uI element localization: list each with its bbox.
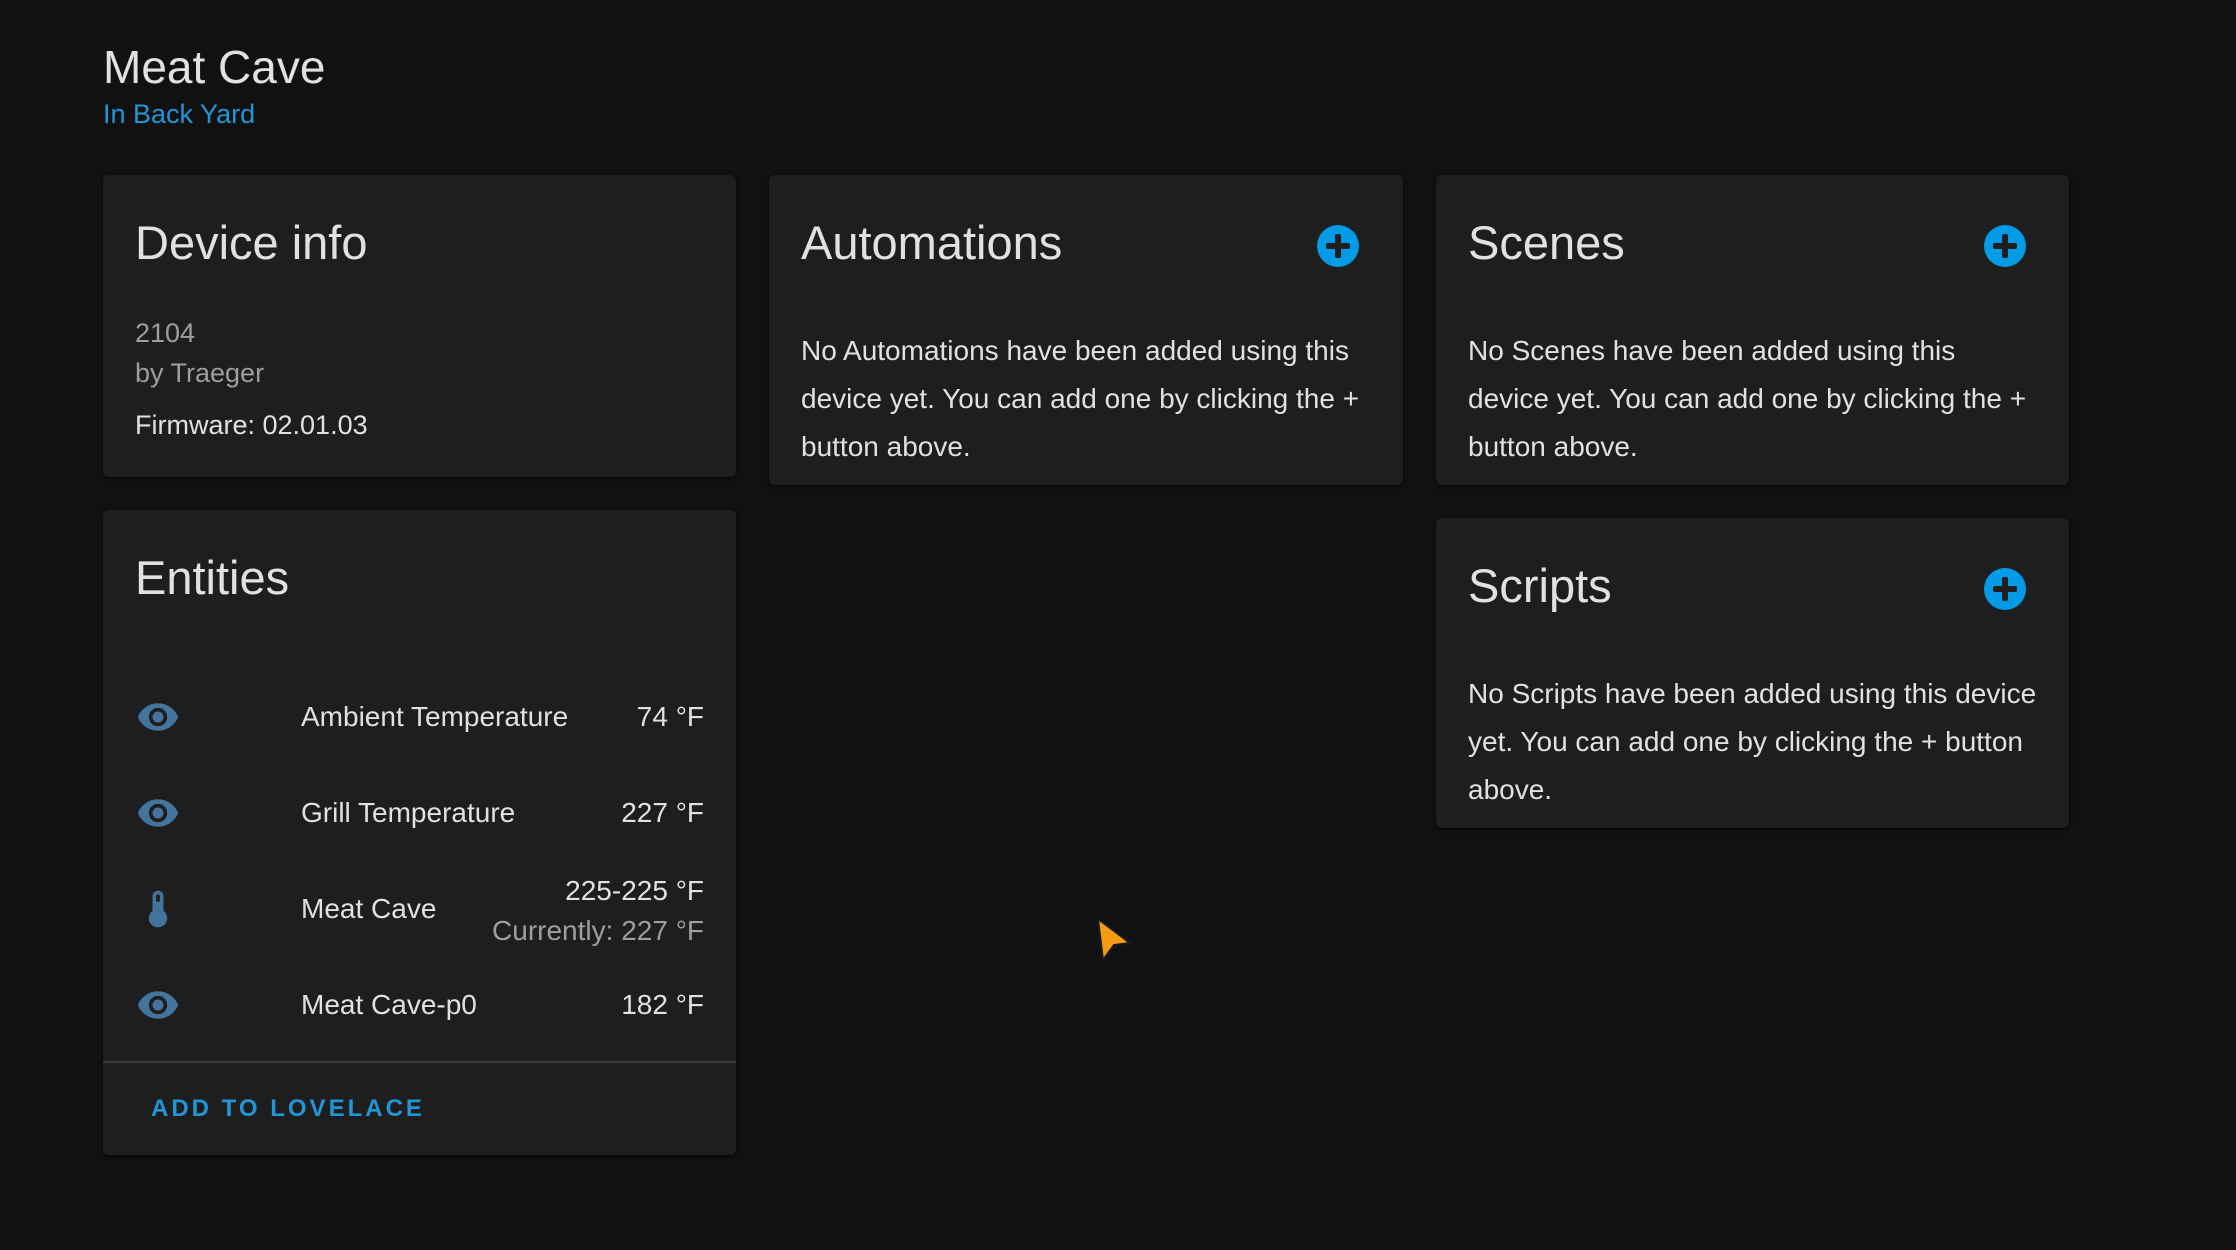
thermometer-icon [148, 890, 168, 928]
scripts-card: Scripts No Scripts have been added using… [1436, 518, 2069, 828]
scenes-card: Scenes No Scenes have been added using t… [1436, 175, 2069, 485]
device-info-card: Device info 2104 by Traeger Firmware: 02… [103, 175, 736, 477]
target-range: 225-225 °F [565, 875, 704, 906]
device-name: Meat Cave [103, 41, 326, 93]
entity-row[interactable]: Grill Temperature 227 °F [103, 765, 736, 861]
device-manufacturer: by Traeger [135, 358, 265, 388]
entities-card: Entities Ambient Temperature 74 °F Grill… [103, 510, 736, 1155]
entity-name: Meat Cave [301, 893, 437, 924]
device-model: 2104 [135, 318, 196, 348]
entity-row[interactable]: Meat Cave-p0 182 °F [103, 957, 736, 1053]
entity-name: Meat Cave-p0 [301, 989, 477, 1020]
device-info-title: Device info [135, 216, 368, 269]
add-automation-button[interactable] [1317, 225, 1359, 267]
scenes-title: Scenes [1468, 216, 1625, 269]
entity-row[interactable]: Ambient Temperature 74 °F [103, 669, 736, 765]
device-firmware: Firmware: 02.01.03 [135, 410, 368, 440]
automations-card: Automations No Automations have been add… [769, 175, 1403, 485]
entities-title: Entities [135, 551, 290, 604]
entity-state: 74 °F [636, 701, 704, 732]
scenes-empty-text: No Scenes have been added using this dev… [1468, 335, 2027, 462]
card-actions: ADD TO LOVELACE [103, 1063, 736, 1155]
device-model-info: 2104 by Traeger [135, 313, 264, 393]
add-script-button[interactable] [1984, 568, 2026, 610]
entity-state: 227 °F [621, 797, 704, 828]
scripts-empty-text: No Scripts have been added using this de… [1468, 678, 2037, 805]
entity-row[interactable]: Meat Cave 225-225 °F Currently: 227 °F [103, 861, 736, 957]
entity-name: Grill Temperature [301, 797, 516, 828]
add-scene-button[interactable] [1984, 225, 2026, 267]
automations-title: Automations [801, 216, 1063, 269]
entity-name: Ambient Temperature [301, 701, 569, 732]
mouse-cursor-icon [1097, 918, 1131, 961]
eye-icon [137, 799, 179, 827]
eye-icon [137, 991, 179, 1019]
automations-empty-text: No Automations have been added using thi… [801, 335, 1360, 462]
area-link[interactable]: In Back Yard [103, 96, 255, 132]
current-temperature: Currently: 227 °F [492, 915, 704, 946]
eye-icon [137, 703, 179, 731]
scripts-title: Scripts [1468, 559, 1612, 612]
entity-state: 225-225 °F Currently: 227 °F [492, 871, 704, 951]
entity-state: 182 °F [621, 989, 704, 1020]
add-to-lovelace-button[interactable]: ADD TO LOVELACE [151, 1063, 425, 1155]
page-header: Meat Cave In Back Yard [103, 38, 325, 132]
